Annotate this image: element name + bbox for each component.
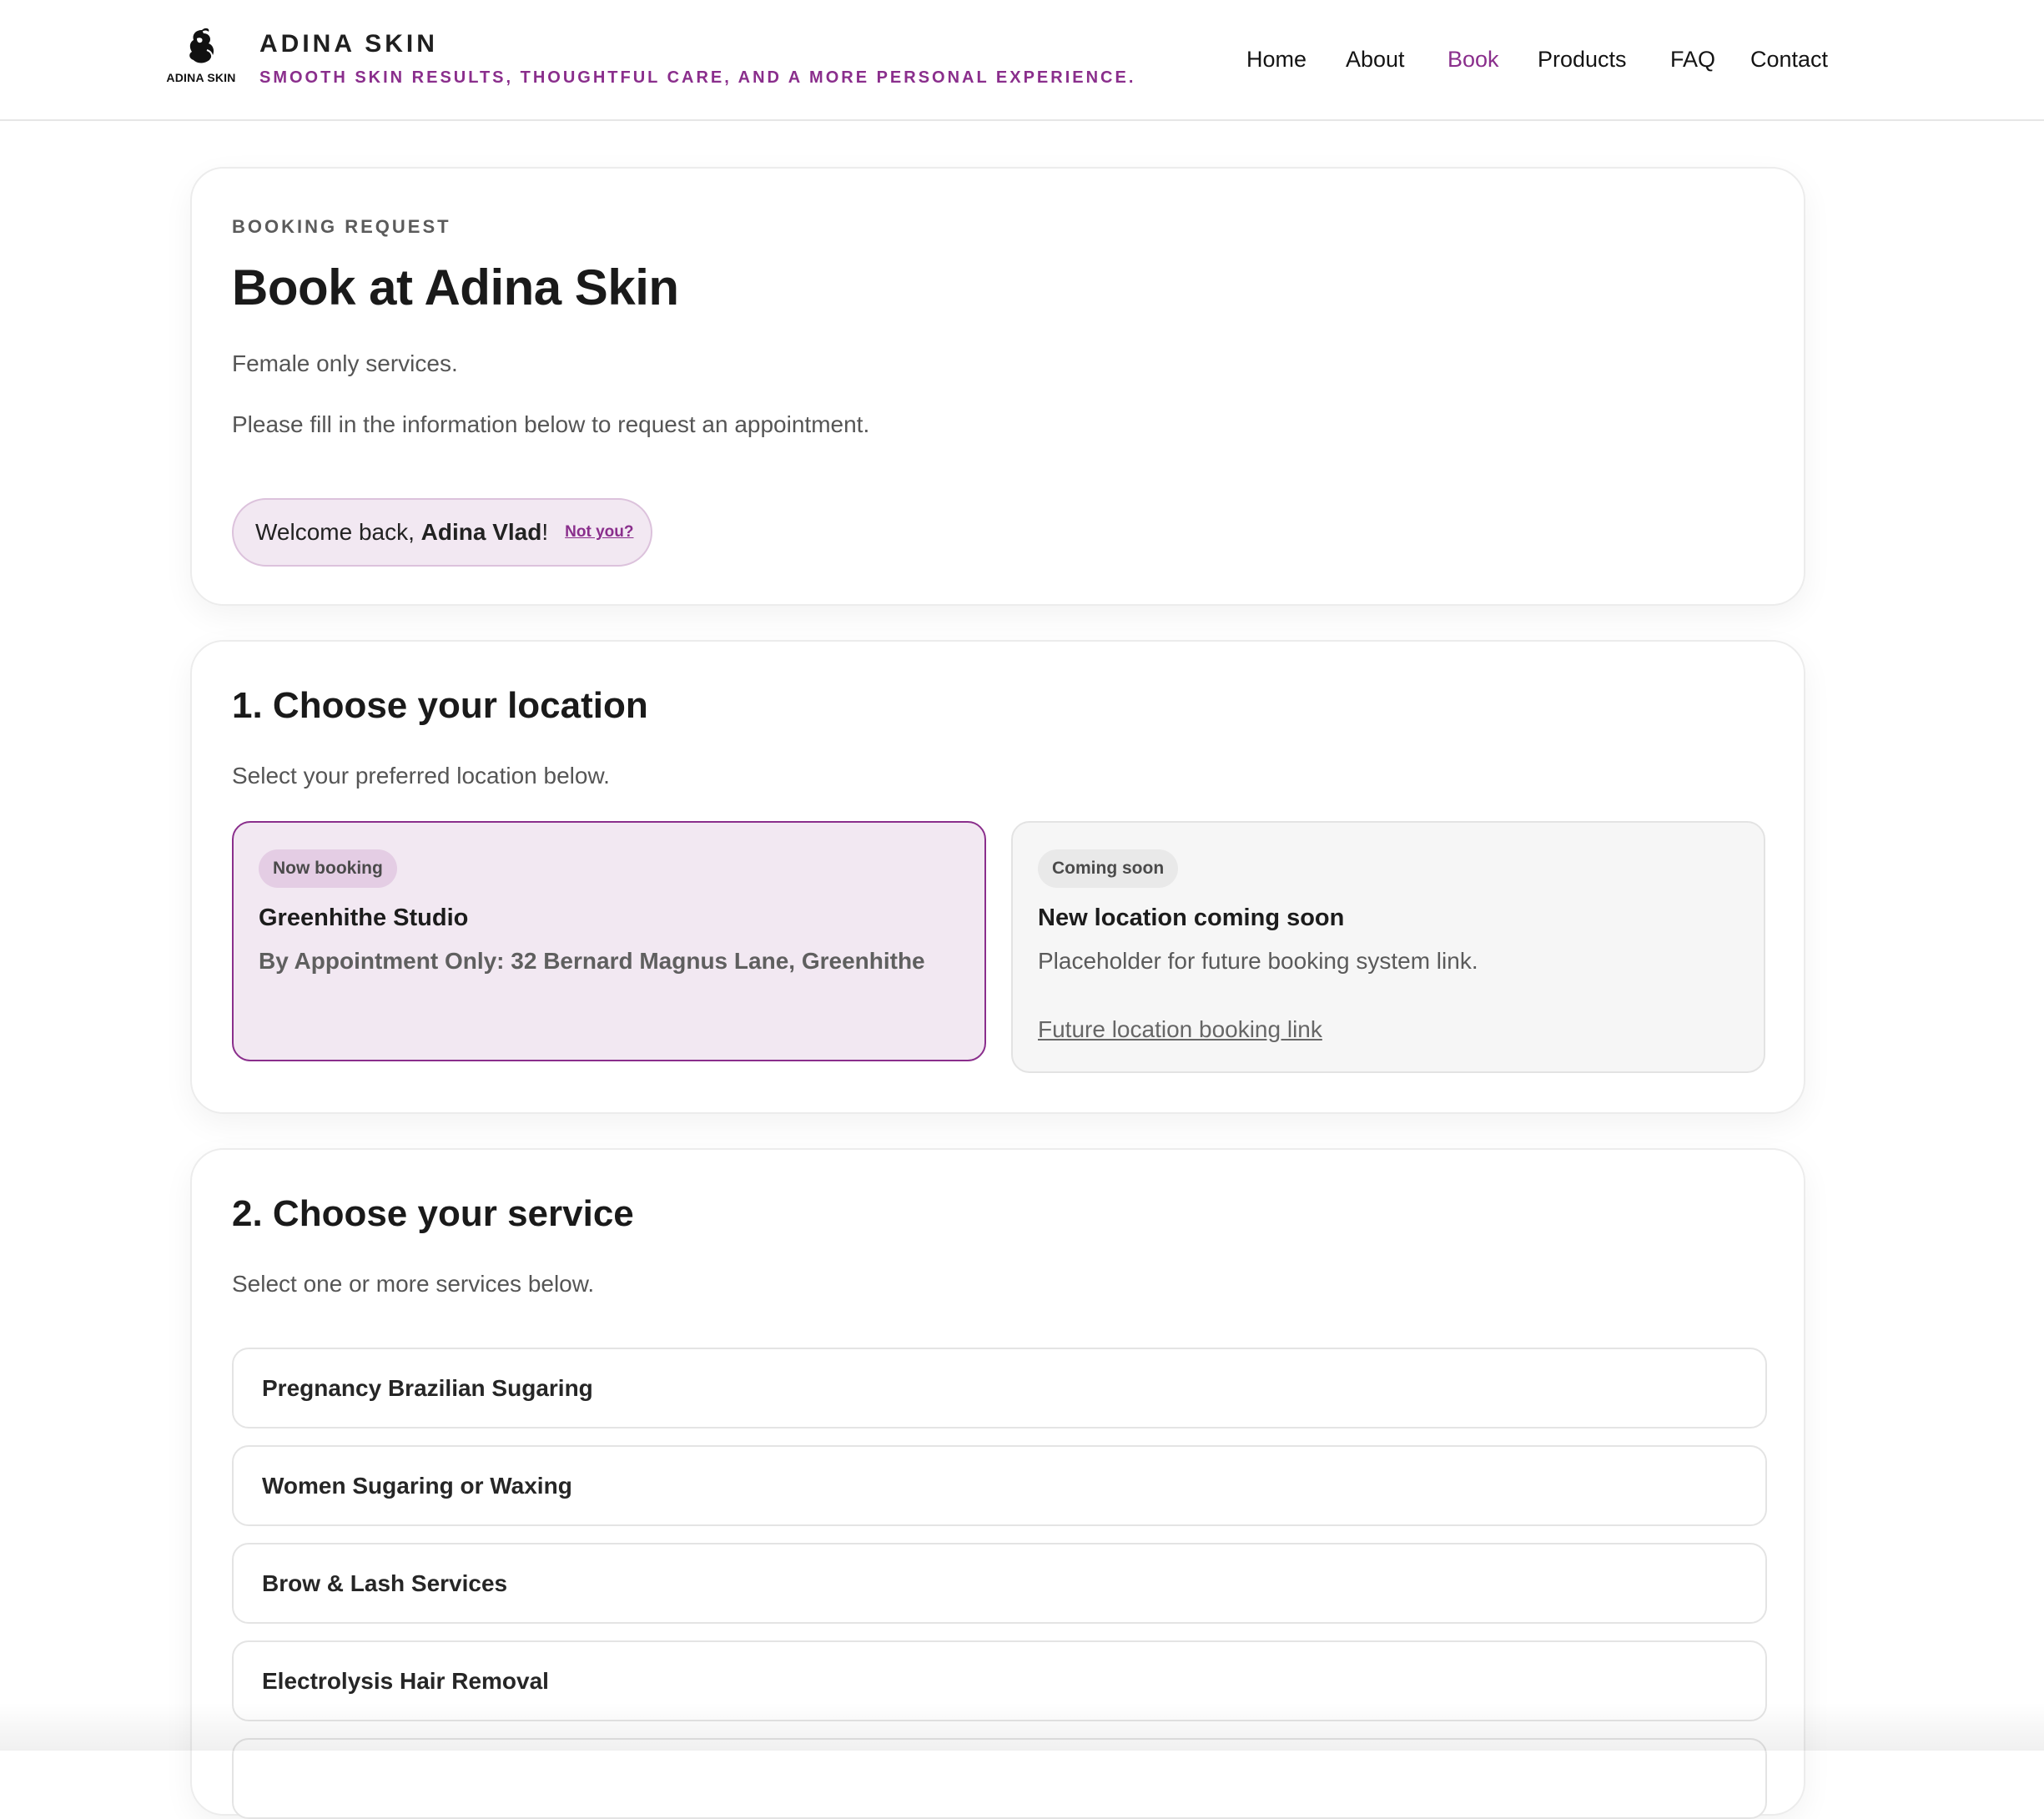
section-subtitle-service: Select one or more services below. — [232, 1271, 595, 1297]
future-location-link[interactable]: Future location booking link — [1038, 1016, 1322, 1043]
service-section: 2. Choose your service Select one or mor… — [190, 1148, 1805, 1819]
location-name: Greenhithe Studio — [259, 904, 469, 931]
status-badge-now-booking: Now booking — [259, 849, 397, 888]
location-option-greenhithe[interactable]: Now booking Greenhithe Studio By Appoint… — [232, 821, 986, 1061]
logo-mark-icon — [189, 28, 214, 63]
service-option-electrolysis[interactable]: Electrolysis Hair Removal — [232, 1640, 1767, 1721]
location-section: 1. Choose your location Select your pref… — [190, 640, 1805, 1114]
section-title-service: 2. Choose your service — [232, 1193, 634, 1234]
welcome-banner: Welcome back, Adina Vlad! Not you? — [232, 498, 652, 567]
service-option-women-sugaring[interactable]: Women Sugaring or Waxing — [232, 1445, 1767, 1526]
page-title: Book at Adina Skin — [232, 259, 679, 315]
welcome-prefix: Welcome back, — [255, 519, 415, 545]
logo[interactable]: ADINA SKIN — [164, 27, 239, 87]
location-option-coming-soon[interactable]: Coming soon New location coming soon Pla… — [1011, 821, 1765, 1073]
service-option-brow-lash[interactable]: Brow & Lash Services — [232, 1543, 1767, 1624]
nav-link-products[interactable]: Products — [1538, 47, 1627, 73]
site-header: ADINA SKIN ADINA SKIN SMOOTH SKIN RESULT… — [0, 0, 2044, 121]
brand-name[interactable]: ADINA SKIN — [259, 30, 438, 58]
welcome-suffix: ! — [541, 519, 549, 545]
user-name: Adina Vlad — [420, 519, 542, 545]
brand-tagline: SMOOTH SKIN RESULTS, THOUGHTFUL CARE, AN… — [259, 68, 1136, 87]
nav-link-faq[interactable]: FAQ — [1670, 47, 1715, 73]
section-subtitle-location: Select your preferred location below. — [232, 763, 610, 789]
location-name: New location coming soon — [1038, 904, 1345, 931]
nav-link-home[interactable]: Home — [1246, 47, 1306, 73]
location-description: Placeholder for future booking system li… — [1038, 948, 1478, 974]
intro-note: Female only services. — [232, 350, 458, 376]
intro-instructions: Please fill in the information below to … — [232, 411, 870, 437]
eyebrow-label: BOOKING REQUEST — [232, 216, 451, 237]
section-title-location: 1. Choose your location — [232, 685, 648, 726]
nav-link-about[interactable]: About — [1346, 47, 1405, 73]
nav-link-book[interactable]: Book — [1447, 47, 1499, 73]
logo-text: ADINA SKIN — [166, 71, 236, 84]
status-badge-coming-soon: Coming soon — [1038, 849, 1179, 888]
service-option-pregnancy-brazilian[interactable]: Pregnancy Brazilian Sugaring — [232, 1348, 1767, 1428]
booking-intro-card: BOOKING REQUEST Book at Adina Skin Femal… — [190, 167, 1805, 606]
nav-link-contact[interactable]: Contact — [1750, 47, 1828, 73]
location-address: By Appointment Only: 32 Bernard Magnus L… — [259, 948, 925, 974]
not-you-link[interactable]: Not you? — [565, 523, 633, 542]
